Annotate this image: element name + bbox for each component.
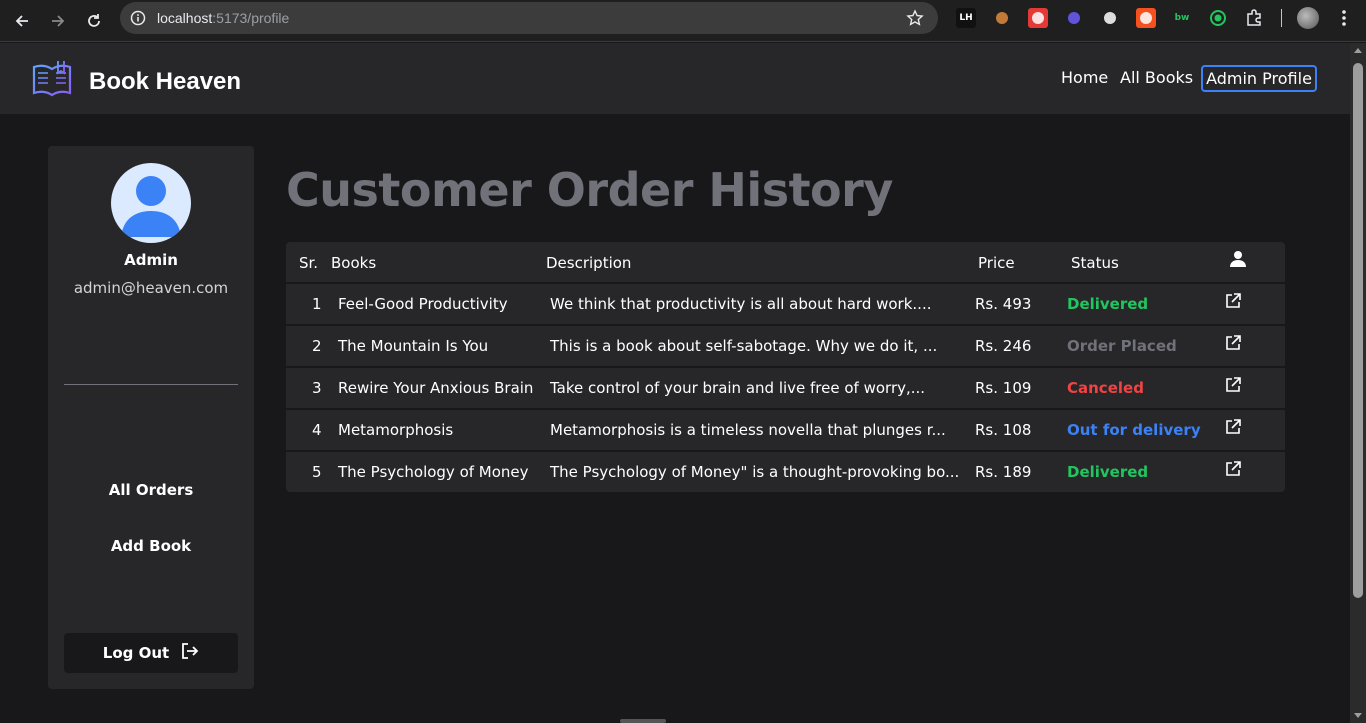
page-title: Customer Order History [286, 163, 893, 217]
column-header-price: Price [978, 254, 1015, 272]
table-row: 1 Feel-Good Productivity We think that pro… [286, 282, 1285, 324]
profile-name: Admin [124, 251, 178, 269]
order-history-table: Sr. Books Description Price Status 1 Feel… [286, 242, 1285, 492]
open-link-icon[interactable] [1224, 460, 1242, 482]
site-info-icon[interactable] [130, 10, 146, 31]
scroll-thumb[interactable] [1353, 63, 1363, 598]
toolbar-divider [1281, 9, 1282, 27]
order-status: Delivered [1067, 295, 1149, 313]
profile-sidebar: Admin admin@heaven.com All Orders Add Bo… [48, 146, 254, 689]
forward-arrow-icon[interactable] [46, 9, 70, 33]
table-row: 5 The Psychology of Money The Psychology o… [286, 450, 1285, 492]
user-icon [1229, 250, 1247, 272]
order-description: This is a book about self-sabotage. Why … [550, 337, 938, 355]
order-status: Canceled [1067, 379, 1144, 397]
order-price: Rs. 109 [975, 379, 1032, 397]
order-sr: 3 [312, 379, 322, 397]
eyedropper-extension-icon[interactable] [1100, 8, 1120, 28]
nav-link-all-books[interactable]: All Books [1120, 68, 1193, 87]
order-description: Take control of your brain and live free… [550, 379, 926, 397]
open-link-icon[interactable] [1224, 418, 1242, 440]
order-price: Rs. 246 [975, 337, 1032, 355]
logout-label: Log Out [102, 644, 170, 662]
book-logo-icon[interactable] [30, 59, 74, 104]
column-header-sr: Sr. [299, 254, 319, 272]
target-extension-icon[interactable] [1208, 8, 1228, 28]
brand-title[interactable]: Book Heaven [89, 68, 241, 96]
bw-extension-icon[interactable]: bw [1172, 8, 1192, 28]
address-bar[interactable]: localhost:5173/profile [120, 2, 938, 34]
order-price: Rs. 108 [975, 421, 1032, 439]
logout-icon [181, 643, 199, 663]
order-description: Metamorphosis is a timeless novella that… [550, 421, 946, 439]
order-book-title: The Mountain Is You [338, 337, 489, 355]
column-header-status: Status [1071, 254, 1119, 272]
order-description: We think that productivity is all about … [550, 295, 932, 313]
url-text: localhost:5173/profile [157, 10, 290, 26]
flame-extension-icon[interactable] [1064, 8, 1084, 28]
order-description: The Psychology of Money" is a thought-pr… [550, 463, 960, 481]
order-price: Rs. 493 [975, 295, 1032, 313]
table-row: 3 Rewire Your Anxious Brain Take control o… [286, 366, 1285, 408]
column-header-books: Books [331, 254, 377, 272]
puzzle-extensions-icon[interactable] [1244, 8, 1264, 28]
user-avatar-icon [111, 163, 191, 243]
app-header: Book Heaven Home All Books Admin Profile [0, 43, 1350, 114]
order-book-title: Metamorphosis [338, 421, 454, 439]
open-link-icon[interactable] [1224, 334, 1242, 356]
bookmark-star-icon[interactable] [906, 9, 924, 32]
order-sr: 4 [312, 421, 322, 439]
table-row: 2 The Mountain Is You This is a book about… [286, 324, 1285, 366]
sidebar-link-add-book[interactable]: Add Book [48, 537, 254, 555]
table-row: 4 Metamorphosis Metamorphosis is a timeles… [286, 408, 1285, 450]
order-book-title: The Psychology of Money [338, 463, 529, 481]
profile-email: admin@heaven.com [73, 279, 229, 297]
table-header: Sr. Books Description Price Status [286, 242, 1285, 282]
nav-link-admin-profile[interactable]: Admin Profile [1201, 65, 1317, 92]
order-status: Delivered [1067, 463, 1149, 481]
order-status: Order Placed [1067, 337, 1177, 355]
orange-extension-icon[interactable] [1136, 8, 1156, 28]
order-book-title: Feel-Good Productivity [338, 295, 508, 313]
open-link-icon[interactable] [1224, 376, 1242, 398]
extension-badge-text: LH [959, 13, 973, 23]
order-sr: 2 [312, 337, 322, 355]
logout-button[interactable]: Log Out [64, 633, 238, 673]
back-arrow-icon[interactable] [10, 9, 34, 33]
lh-extension-icon[interactable]: LH [956, 8, 976, 28]
sidebar-link-all-orders[interactable]: All Orders [48, 481, 254, 499]
cookie-extension-icon[interactable] [992, 8, 1012, 28]
nav-link-home[interactable]: Home [1061, 68, 1108, 87]
open-link-icon[interactable] [1224, 292, 1242, 314]
order-sr: 5 [312, 463, 322, 481]
order-status: Out for delivery [1067, 421, 1201, 439]
browser-menu-icon[interactable] [1336, 8, 1352, 33]
reload-icon[interactable] [82, 9, 106, 33]
column-header-description: Description [546, 254, 632, 272]
scroll-up-arrow-icon[interactable] [1354, 48, 1362, 53]
browser-profile-avatar[interactable] [1297, 7, 1319, 29]
order-book-title: Rewire Your Anxious Brain [338, 379, 534, 397]
red-extension-icon[interactable] [1028, 8, 1048, 28]
sidebar-divider [64, 384, 238, 385]
page-scrollbar[interactable] [1350, 43, 1366, 723]
extension-badge-text: bw [1174, 13, 1190, 23]
order-price: Rs. 189 [975, 463, 1032, 481]
resize-handle [620, 719, 666, 723]
scroll-down-arrow-icon[interactable] [1354, 713, 1362, 718]
order-sr: 1 [312, 295, 322, 313]
browser-toolbar: localhost:5173/profile LH bw [0, 0, 1366, 42]
